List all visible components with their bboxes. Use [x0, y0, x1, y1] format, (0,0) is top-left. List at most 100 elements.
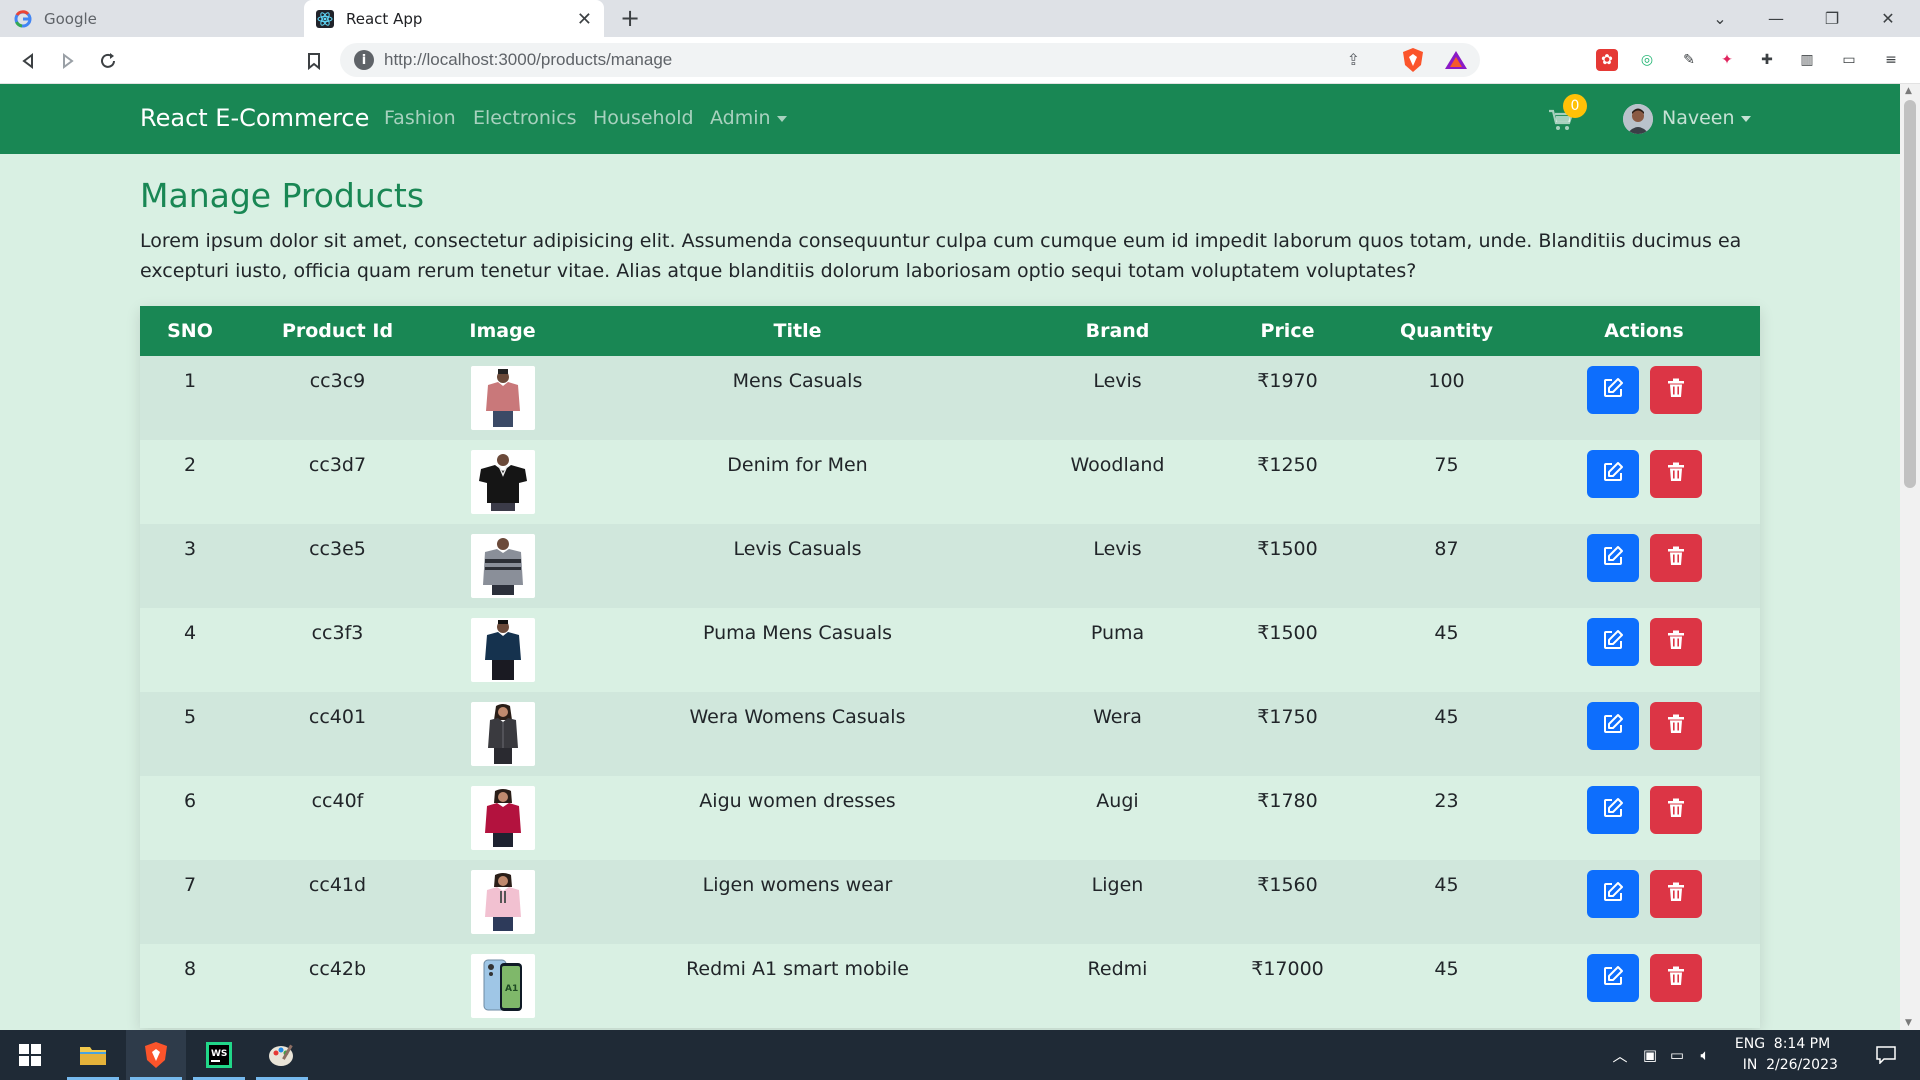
- user-menu[interactable]: Naveen: [1662, 107, 1751, 129]
- cell-product-id: cc3f3: [240, 608, 435, 692]
- delete-button[interactable]: [1649, 702, 1702, 750]
- svg-text:WS: WS: [211, 1049, 227, 1059]
- extensions-puzzle-icon[interactable]: ✚: [1756, 49, 1778, 71]
- delete-button[interactable]: [1649, 618, 1702, 666]
- scroll-down-icon[interactable]: ▼: [1905, 1018, 1912, 1028]
- reload-icon[interactable]: [94, 47, 122, 75]
- edit-button[interactable]: [1586, 450, 1639, 498]
- brave-browser-icon[interactable]: [126, 1030, 186, 1080]
- extension-1-icon[interactable]: ✿: [1596, 49, 1618, 71]
- edit-button[interactable]: [1586, 534, 1639, 582]
- back-icon[interactable]: [14, 47, 42, 75]
- cell-sno: 3: [140, 524, 240, 608]
- delete-button[interactable]: [1649, 870, 1702, 918]
- row-actions: [1528, 786, 1760, 834]
- header-title: Title: [570, 306, 1025, 356]
- webstorm-icon[interactable]: WS: [189, 1030, 249, 1080]
- scroll-up-icon[interactable]: ▲: [1905, 86, 1912, 96]
- cell-product-id: cc40f: [240, 776, 435, 860]
- table-row: 4 cc3f3 Puma Mens Casuals Puma ₹1500 45: [140, 608, 1760, 692]
- extension-3-icon[interactable]: ✎: [1678, 49, 1700, 71]
- close-tab-icon[interactable]: ✕: [577, 9, 592, 30]
- cell-sno: 4: [140, 608, 240, 692]
- cell-product-id: cc3e5: [240, 524, 435, 608]
- edit-button[interactable]: [1586, 702, 1639, 750]
- taskbar-clock[interactable]: 8:14 PM 2/26/2023: [1752, 1034, 1852, 1076]
- new-tab-icon[interactable]: +: [620, 4, 640, 32]
- cell-quantity: 87: [1365, 524, 1528, 608]
- delete-button[interactable]: [1649, 534, 1702, 582]
- cell-product-id: cc42b: [240, 944, 435, 1028]
- restore-icon[interactable]: ❐: [1808, 0, 1856, 37]
- url-text: http://localhost:3000/products/manage: [384, 50, 673, 69]
- windows-start-icon[interactable]: [0, 1030, 60, 1080]
- clock-time: 8:14 PM: [1773, 1036, 1831, 1052]
- delete-button[interactable]: [1649, 450, 1702, 498]
- cell-sno: 7: [140, 860, 240, 944]
- cell-sno: 5: [140, 692, 240, 776]
- notifications-icon[interactable]: [1866, 1030, 1906, 1080]
- cell-image: [435, 860, 570, 944]
- address-bar[interactable]: i http://localhost:3000/products/manage …: [340, 43, 1480, 77]
- cell-actions: [1528, 440, 1760, 524]
- header-price: Price: [1210, 306, 1365, 356]
- cell-image: A1: [435, 944, 570, 1028]
- womens-casual-image: [470, 702, 535, 766]
- paint-app-icon[interactable]: [252, 1030, 312, 1080]
- wallet-icon[interactable]: ▭: [1838, 49, 1860, 71]
- share-icon[interactable]: ⇪: [1347, 50, 1360, 69]
- row-actions: [1528, 534, 1760, 582]
- nav-dropdown-admin[interactable]: Admin: [710, 107, 787, 129]
- cell-product-id: cc401: [240, 692, 435, 776]
- close-window-icon[interactable]: ✕: [1864, 0, 1912, 37]
- cell-title: Ligen womens wear: [570, 860, 1025, 944]
- extension-2-icon[interactable]: ◎: [1636, 49, 1658, 71]
- device-icon[interactable]: ▣: [1638, 1030, 1662, 1080]
- edit-button[interactable]: [1586, 786, 1639, 834]
- edit-button[interactable]: [1586, 870, 1639, 918]
- tab-search-icon[interactable]: ⌄: [1696, 0, 1744, 37]
- delete-button[interactable]: [1649, 366, 1702, 414]
- delete-button[interactable]: [1649, 954, 1702, 1002]
- cell-quantity: 100: [1365, 356, 1528, 440]
- cell-product-id: cc3c9: [240, 356, 435, 440]
- sidebar-toggle-icon[interactable]: ▥: [1796, 49, 1818, 71]
- chevron-down-icon: [1740, 115, 1751, 122]
- edit-button[interactable]: [1586, 618, 1639, 666]
- row-actions: [1528, 618, 1760, 666]
- edit-button[interactable]: [1586, 954, 1639, 1002]
- cell-actions: [1528, 608, 1760, 692]
- cell-actions: [1528, 524, 1760, 608]
- nav-link-electronics[interactable]: Electronics: [473, 107, 577, 129]
- delete-button[interactable]: [1649, 786, 1702, 834]
- forward-icon[interactable]: [54, 47, 82, 75]
- nav-link-fashion[interactable]: Fashion: [384, 107, 456, 129]
- minimize-icon[interactable]: —: [1752, 0, 1800, 37]
- edit-icon: [1602, 881, 1624, 908]
- header-image: Image: [435, 306, 570, 356]
- cell-sno: 2: [140, 440, 240, 524]
- header-sno: SNO: [140, 306, 240, 356]
- file-explorer-icon[interactable]: [63, 1030, 123, 1080]
- cell-quantity: 45: [1365, 944, 1528, 1028]
- cell-image: [435, 776, 570, 860]
- tab-react-app[interactable]: React App ✕: [304, 0, 604, 37]
- menu-icon[interactable]: ≡: [1880, 49, 1902, 71]
- brave-shields-icon[interactable]: [1401, 47, 1425, 73]
- user-avatar[interactable]: [1623, 104, 1653, 134]
- network-icon[interactable]: ▭: [1664, 1030, 1690, 1080]
- bookmark-icon[interactable]: [300, 47, 328, 75]
- edit-button[interactable]: [1586, 366, 1639, 414]
- brave-rewards-icon[interactable]: [1443, 49, 1469, 71]
- page-scrollbar[interactable]: ▲ ▼: [1900, 84, 1920, 1030]
- show-hidden-icons-icon[interactable]: ︿: [1606, 1030, 1634, 1080]
- extension-4-icon[interactable]: ✦: [1716, 49, 1738, 71]
- tab-google[interactable]: Google: [0, 0, 300, 37]
- brand-link[interactable]: React E-Commerce: [140, 104, 369, 132]
- page-intro: Lorem ipsum dolor sit amet, consectetur …: [140, 230, 1742, 282]
- cell-price: ₹1970: [1210, 356, 1365, 440]
- nav-link-household[interactable]: Household: [593, 107, 694, 129]
- scrollbar-thumb[interactable]: [1904, 100, 1916, 488]
- volume-icon[interactable]: 🔈︎: [1692, 1030, 1718, 1080]
- site-info-icon[interactable]: i: [354, 50, 374, 70]
